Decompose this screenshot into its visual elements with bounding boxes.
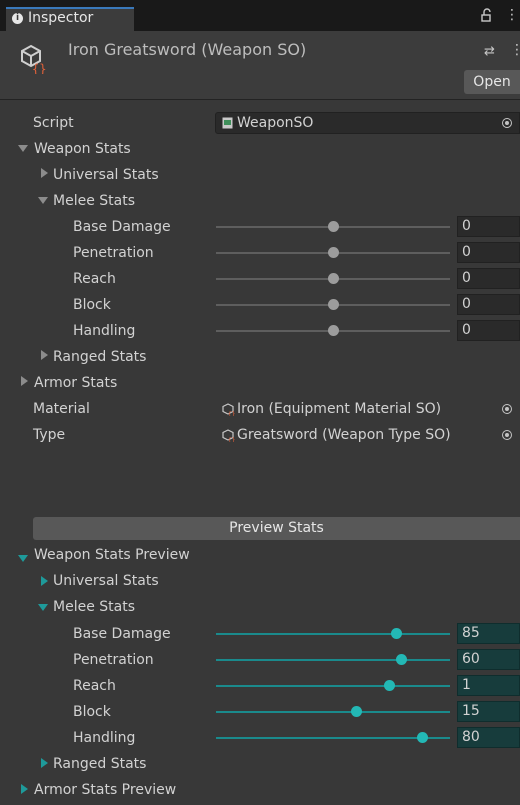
- slider-thumb[interactable]: [395, 654, 407, 665]
- object-picker-icon[interactable]: [502, 430, 512, 440]
- menu-icon[interactable]: ⋮: [505, 8, 519, 22]
- preview-base-damage-field[interactable]: 85: [457, 623, 520, 644]
- reach-slider[interactable]: [216, 273, 450, 284]
- type-field[interactable]: {} Greatsword (Weapon Type SO): [215, 424, 520, 446]
- slider-thumb[interactable]: [328, 325, 339, 336]
- preview-handling-label: Handling: [73, 730, 136, 746]
- svg-text:{}: {}: [228, 411, 235, 416]
- header-divider: [0, 99, 520, 100]
- preview-penetration-label: Penetration: [73, 652, 154, 668]
- lock-icon[interactable]: [480, 8, 494, 22]
- preview-ranged-foldout[interactable]: Ranged Stats: [53, 752, 146, 776]
- base-damage-slider[interactable]: [216, 221, 450, 232]
- armor-preview-caret-icon[interactable]: [21, 784, 28, 794]
- slider-thumb[interactable]: [328, 299, 339, 310]
- armor-stats-preview-foldout[interactable]: Armor Stats Preview: [34, 778, 176, 802]
- weapon-stats-foldout[interactable]: Weapon Stats: [34, 137, 131, 161]
- preview-reach-label: Reach: [73, 678, 116, 694]
- script-value: WeaponSO: [237, 115, 314, 131]
- svg-text:{}: {}: [32, 62, 46, 74]
- material-field[interactable]: {} Iron (Equipment Material SO): [215, 398, 520, 420]
- tab-bar: i Inspector ⋮: [0, 0, 520, 31]
- block-slider[interactable]: [216, 299, 450, 310]
- script-file-icon: [222, 117, 233, 129]
- scriptable-object-icon: {}: [21, 44, 46, 74]
- armor-stats-foldout[interactable]: Armor Stats: [34, 371, 117, 395]
- scriptable-object-icon: {}: [222, 403, 235, 416]
- slider-thumb[interactable]: [384, 680, 396, 691]
- preview-penetration-field[interactable]: 60: [457, 649, 520, 670]
- preview-handling-field[interactable]: 80: [457, 727, 520, 748]
- universal-stats-foldout[interactable]: Universal Stats: [53, 163, 159, 187]
- preview-stats-button[interactable]: Preview Stats: [33, 517, 520, 540]
- slider-thumb[interactable]: [328, 247, 339, 258]
- universal-stats-caret-icon[interactable]: [41, 168, 48, 178]
- preview-universal-caret-icon[interactable]: [41, 576, 48, 586]
- slider-thumb[interactable]: [328, 273, 339, 284]
- preview-penetration-slider[interactable]: [216, 654, 450, 665]
- object-title: Iron Greatsword (Weapon SO): [68, 40, 307, 59]
- slider-thumb[interactable]: [416, 732, 428, 743]
- slider-thumb[interactable]: [328, 221, 339, 232]
- preview-block-slider[interactable]: [216, 706, 450, 717]
- tab-inspector[interactable]: i Inspector: [6, 7, 134, 31]
- weapon-stats-caret-icon[interactable]: [18, 145, 28, 152]
- preview-base-damage-slider[interactable]: [216, 628, 450, 639]
- preview-ranged-caret-icon[interactable]: [41, 758, 48, 768]
- armor-stats-caret-icon[interactable]: [21, 376, 28, 386]
- script-field[interactable]: WeaponSO: [215, 112, 520, 134]
- melee-stats-caret-icon[interactable]: [38, 197, 48, 204]
- preview-handling-slider[interactable]: [216, 732, 450, 743]
- weapon-stats-preview-caret-icon[interactable]: [18, 555, 28, 562]
- penetration-field[interactable]: 0: [457, 242, 520, 263]
- handling-field[interactable]: 0: [457, 320, 520, 341]
- handling-label: Handling: [73, 323, 136, 339]
- base-damage-label: Base Damage: [73, 219, 171, 235]
- object-picker-icon[interactable]: [502, 118, 512, 128]
- ranged-stats-foldout[interactable]: Ranged Stats: [53, 345, 146, 369]
- slider-thumb[interactable]: [391, 628, 403, 639]
- type-label: Type: [33, 427, 66, 443]
- material-label: Material: [33, 401, 90, 417]
- preset-icon[interactable]: ⇄: [484, 44, 495, 59]
- base-damage-field[interactable]: 0: [457, 216, 520, 237]
- ranged-stats-caret-icon[interactable]: [41, 350, 48, 360]
- weapon-stats-preview-foldout[interactable]: Weapon Stats Preview: [34, 543, 190, 567]
- type-value: Greatsword (Weapon Type SO): [237, 427, 451, 443]
- penetration-slider[interactable]: [216, 247, 450, 258]
- penetration-label: Penetration: [73, 245, 154, 261]
- preview-melee-caret-icon[interactable]: [38, 604, 48, 611]
- preview-base-damage-label: Base Damage: [73, 626, 171, 642]
- header-menu-icon[interactable]: ⋮: [510, 42, 520, 58]
- scriptable-object-icon: {}: [222, 429, 235, 442]
- material-value: Iron (Equipment Material SO): [237, 401, 442, 417]
- svg-text:{}: {}: [228, 437, 235, 442]
- preview-universal-foldout[interactable]: Universal Stats: [53, 569, 159, 593]
- preview-block-field[interactable]: 15: [457, 701, 520, 722]
- script-label: Script: [33, 115, 74, 131]
- reach-field[interactable]: 0: [457, 268, 520, 289]
- preview-block-label: Block: [73, 704, 111, 720]
- tab-label: Inspector: [28, 10, 94, 26]
- block-label: Block: [73, 297, 111, 313]
- handling-slider[interactable]: [216, 325, 450, 336]
- object-picker-icon[interactable]: [502, 404, 512, 414]
- preview-melee-foldout[interactable]: Melee Stats: [53, 595, 135, 619]
- reach-label: Reach: [73, 271, 116, 287]
- info-icon: i: [12, 13, 23, 24]
- melee-stats-foldout[interactable]: Melee Stats: [53, 189, 135, 213]
- preview-reach-slider[interactable]: [216, 680, 450, 691]
- open-button[interactable]: Open: [464, 70, 520, 94]
- block-field[interactable]: 0: [457, 294, 520, 315]
- slider-thumb[interactable]: [351, 706, 363, 717]
- preview-reach-field[interactable]: 1: [457, 675, 520, 696]
